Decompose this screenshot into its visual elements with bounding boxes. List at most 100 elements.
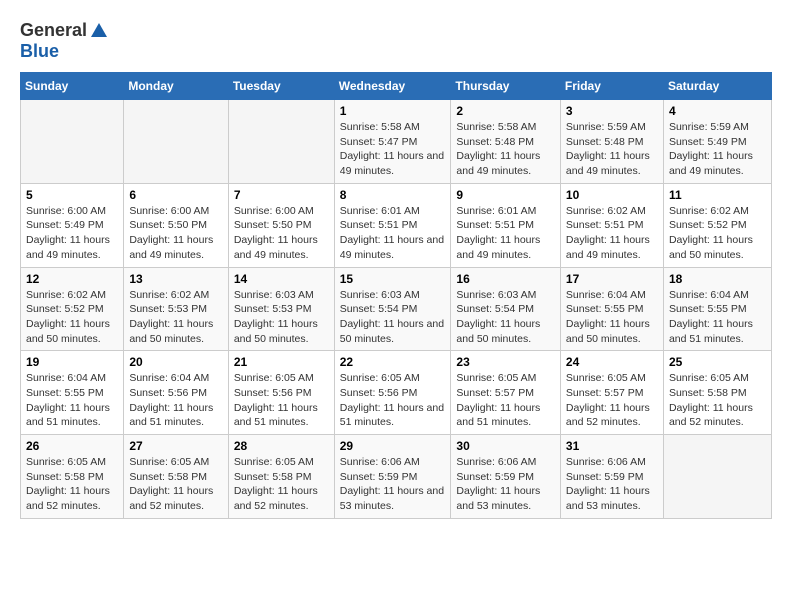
day-info-text: Sunrise: 6:03 AM xyxy=(234,288,329,303)
logo-general-text: General xyxy=(20,20,87,41)
calendar-cell: 26Sunrise: 6:05 AMSunset: 5:58 PMDayligh… xyxy=(21,435,124,519)
calendar-cell: 31Sunrise: 6:06 AMSunset: 5:59 PMDayligh… xyxy=(560,435,663,519)
calendar-cell: 8 Sunrise: 6:01 AMSunset: 5:51 PMDaylight… xyxy=(334,183,451,267)
day-info-text: Daylight: 11 hours and 49 minutes. xyxy=(566,149,658,178)
calendar-cell xyxy=(124,100,229,184)
day-number: 19 xyxy=(26,355,118,369)
day-info-text: Sunset: 5:58 PM xyxy=(26,470,118,485)
day-info-text: Daylight: 11 hours and 49 minutes. xyxy=(129,233,223,262)
calendar-cell: 10Sunrise: 6:02 AMSunset: 5:51 PMDayligh… xyxy=(560,183,663,267)
day-number: 8 xyxy=(340,188,446,202)
day-number: 24 xyxy=(566,355,658,369)
day-info-text: Sunrise: 6:03 AM xyxy=(340,288,446,303)
day-info-text: Sunset: 5:47 PM xyxy=(340,135,446,150)
day-info-text: Sunset: 5:55 PM xyxy=(26,386,118,401)
day-info-text: Sunset: 5:52 PM xyxy=(26,302,118,317)
calendar-cell: 28Sunrise: 6:05 AMSunset: 5:58 PMDayligh… xyxy=(228,435,334,519)
day-number: 23 xyxy=(456,355,554,369)
day-number: 12 xyxy=(26,272,118,286)
day-info-text: Sunset: 5:50 PM xyxy=(234,218,329,233)
day-info-text: Daylight: 11 hours and 52 minutes. xyxy=(566,401,658,430)
day-info-text: Sunrise: 6:02 AM xyxy=(669,204,766,219)
header-tuesday: Tuesday xyxy=(228,73,334,100)
calendar-cell xyxy=(228,100,334,184)
day-number: 6 xyxy=(129,188,223,202)
day-info-text: Sunrise: 5:58 AM xyxy=(340,120,446,135)
day-number: 27 xyxy=(129,439,223,453)
day-info-text: Sunset: 5:59 PM xyxy=(340,470,446,485)
day-info-text: Sunrise: 6:05 AM xyxy=(456,371,554,386)
day-number: 4 xyxy=(669,104,766,118)
day-number: 2 xyxy=(456,104,554,118)
day-info-text: Sunset: 5:55 PM xyxy=(566,302,658,317)
calendar-cell: 1Sunrise: 5:58 AMSunset: 5:47 PMDaylight… xyxy=(334,100,451,184)
day-info-text: Sunrise: 6:00 AM xyxy=(234,204,329,219)
calendar-table: SundayMondayTuesdayWednesdayThursdayFrid… xyxy=(20,72,772,519)
day-number: 3 xyxy=(566,104,658,118)
day-info-text: Daylight: 11 hours and 49 minutes. xyxy=(456,233,554,262)
calendar-cell: 22Sunrise: 6:05 AMSunset: 5:56 PMDayligh… xyxy=(334,351,451,435)
calendar-cell: 16Sunrise: 6:03 AMSunset: 5:54 PMDayligh… xyxy=(451,267,560,351)
logo-triangle-icon xyxy=(89,21,109,41)
day-info-text: Daylight: 11 hours and 51 minutes. xyxy=(234,401,329,430)
day-number: 10 xyxy=(566,188,658,202)
day-info-text: Sunset: 5:48 PM xyxy=(566,135,658,150)
day-info-text: Sunrise: 6:04 AM xyxy=(26,371,118,386)
day-number: 25 xyxy=(669,355,766,369)
day-info-text: Sunset: 5:58 PM xyxy=(234,470,329,485)
day-info-text: Sunrise: 6:05 AM xyxy=(566,371,658,386)
calendar-cell: 29Sunrise: 6:06 AMSunset: 5:59 PMDayligh… xyxy=(334,435,451,519)
calendar-cell: 20Sunrise: 6:04 AMSunset: 5:56 PMDayligh… xyxy=(124,351,229,435)
day-number: 21 xyxy=(234,355,329,369)
day-info-text: Sunset: 5:51 PM xyxy=(340,218,446,233)
calendar-cell: 5Sunrise: 6:00 AMSunset: 5:49 PMDaylight… xyxy=(21,183,124,267)
day-info-text: Daylight: 11 hours and 50 minutes. xyxy=(340,317,446,346)
day-number: 28 xyxy=(234,439,329,453)
week-row-3: 12 Sunrise: 6:02 AM Sunset: 5:52 PM Dayligh… xyxy=(21,267,772,351)
calendar-cell: 4Sunrise: 5:59 AMSunset: 5:49 PMDaylight… xyxy=(663,100,771,184)
day-info-text: Sunrise: 6:01 AM xyxy=(456,204,554,219)
day-number: 22 xyxy=(340,355,446,369)
day-info-text: Sunrise: 6:05 AM xyxy=(340,371,446,386)
day-info-text: Daylight: 11 hours and 50 minutes. xyxy=(234,317,329,346)
day-number: 13 xyxy=(129,272,223,286)
day-info-text: Sunrise: 6:06 AM xyxy=(566,455,658,470)
calendar-cell: 30Sunrise: 6:06 AMSunset: 5:59 PMDayligh… xyxy=(451,435,560,519)
day-info-text: Sunset: 5:53 PM xyxy=(234,302,329,317)
day-number: 11 xyxy=(669,188,766,202)
day-number: 20 xyxy=(129,355,223,369)
day-number: 30 xyxy=(456,439,554,453)
day-number: 16 xyxy=(456,272,554,286)
header-wednesday: Wednesday xyxy=(334,73,451,100)
calendar-cell: 13Sunrise: 6:02 AMSunset: 5:53 PMDayligh… xyxy=(124,267,229,351)
header-thursday: Thursday xyxy=(451,73,560,100)
day-info-text: Sunrise: 6:05 AM xyxy=(669,371,766,386)
calendar-cell: 2 Sunrise: 5:58 AMSunset: 5:48 PMDaylight… xyxy=(451,100,560,184)
day-info-text: Sunset: 5:48 PM xyxy=(456,135,554,150)
week-row-2: 5Sunrise: 6:00 AMSunset: 5:49 PMDaylight… xyxy=(21,183,772,267)
day-info-text: Daylight: 11 hours and 51 minutes. xyxy=(456,401,554,430)
calendar-cell: 27Sunrise: 6:05 AMSunset: 5:58 PMDayligh… xyxy=(124,435,229,519)
day-number: 9 xyxy=(456,188,554,202)
day-info-text: Daylight: 11 hours and 53 minutes. xyxy=(456,484,554,513)
header-saturday: Saturday xyxy=(663,73,771,100)
day-info-text: Sunrise: 6:03 AM xyxy=(456,288,554,303)
page-header: General Blue xyxy=(20,20,772,62)
day-info-text: Sunrise: 6:04 AM xyxy=(669,288,766,303)
calendar-cell: 23Sunrise: 6:05 AMSunset: 5:57 PMDayligh… xyxy=(451,351,560,435)
calendar-body: 1Sunrise: 5:58 AMSunset: 5:47 PMDaylight… xyxy=(21,100,772,519)
day-number: 5 xyxy=(26,188,118,202)
day-info-text: Daylight: 11 hours and 51 minutes. xyxy=(129,401,223,430)
day-info-text: Sunrise: 6:01 AM xyxy=(340,204,446,219)
day-info-text: Daylight: 11 hours and 52 minutes. xyxy=(26,484,118,513)
day-info-text: Sunrise: 6:02 AM xyxy=(566,204,658,219)
day-info-text: Daylight: 11 hours and 51 minutes. xyxy=(669,317,766,346)
day-info-text: Sunrise: 6:06 AM xyxy=(456,455,554,470)
calendar-header-row: SundayMondayTuesdayWednesdayThursdayFrid… xyxy=(21,73,772,100)
day-info-text: Daylight: 11 hours and 49 minutes. xyxy=(340,233,446,262)
day-info-text: Daylight: 11 hours and 49 minutes. xyxy=(456,149,554,178)
day-number: 26 xyxy=(26,439,118,453)
day-number: 18 xyxy=(669,272,766,286)
day-info-text: Sunrise: 5:58 AM xyxy=(456,120,554,135)
day-info-text: Sunrise: 6:02 AM xyxy=(129,288,223,303)
